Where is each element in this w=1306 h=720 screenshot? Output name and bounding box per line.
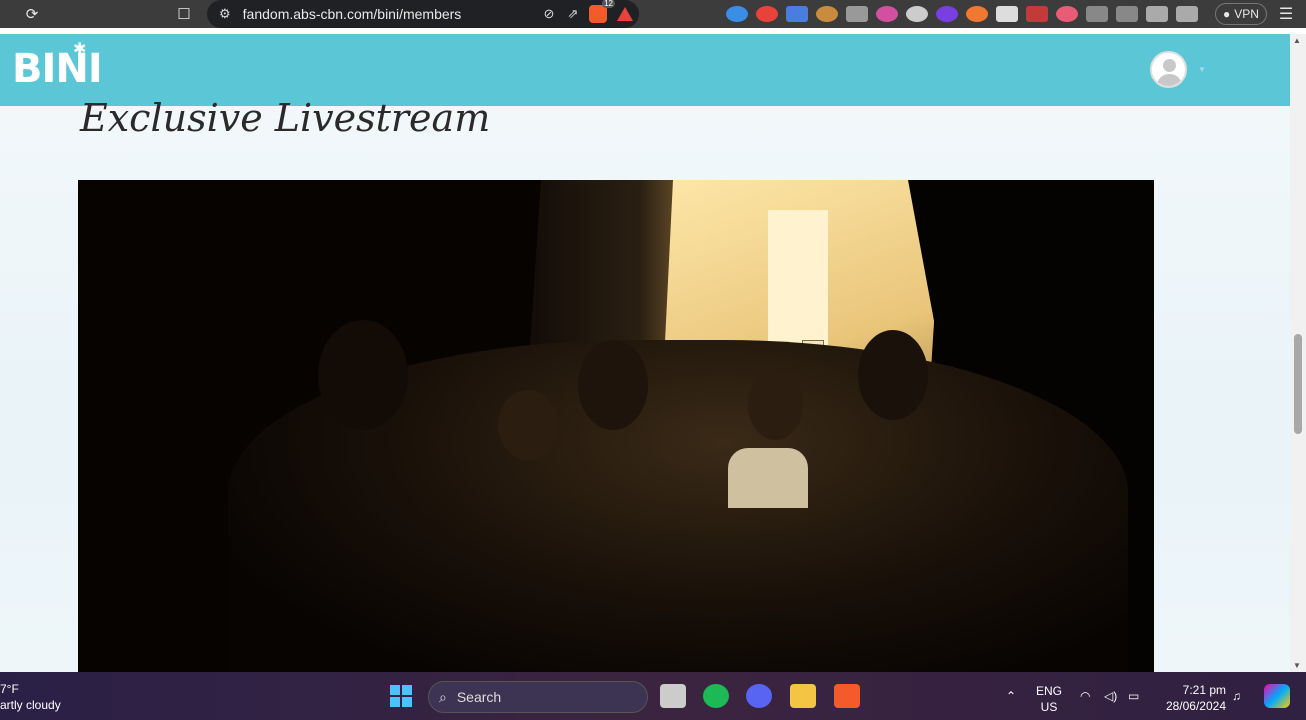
windows-logo-pane bbox=[390, 697, 400, 707]
task-view-icon[interactable] bbox=[660, 684, 686, 708]
extensions-bar bbox=[722, 0, 1202, 28]
extension-icon[interactable] bbox=[756, 6, 778, 22]
livestream-video[interactable] bbox=[78, 180, 1154, 672]
weather-desc: artly cloudy bbox=[0, 698, 61, 712]
language-indicator[interactable]: ENG US bbox=[1036, 683, 1062, 715]
music-icon[interactable] bbox=[1116, 6, 1138, 22]
page-scrollbar[interactable]: ▲ ▼ bbox=[1290, 34, 1306, 672]
discord-icon[interactable] bbox=[746, 684, 772, 708]
avatar-head bbox=[1163, 59, 1176, 72]
wifi-icon[interactable]: ◠ bbox=[1080, 672, 1090, 720]
wallet-icon[interactable] bbox=[1176, 6, 1198, 22]
cookie-icon[interactable] bbox=[816, 6, 838, 22]
star-icon: ✱ bbox=[73, 41, 87, 58]
bini-logo[interactable]: BINI bbox=[12, 46, 103, 92]
language-top: ENG bbox=[1036, 684, 1063, 698]
clock-time: 7:21 pm bbox=[1182, 683, 1226, 697]
windows-logo-pane bbox=[390, 685, 400, 695]
browser-toolbar: ⟳ ☐ ⚙ fandom.abs-cbn.com/bini/members ⊘ … bbox=[0, 0, 1306, 28]
scroll-thumb[interactable] bbox=[1294, 334, 1302, 434]
weather-widget[interactable]: 7°F artly cloudy bbox=[0, 681, 61, 713]
notification-bell-icon[interactable]: ♫ bbox=[1232, 672, 1241, 720]
vpn-icon: ● bbox=[1223, 7, 1231, 21]
video-person bbox=[498, 390, 558, 460]
language-bottom: US bbox=[1040, 700, 1058, 714]
scroll-up-icon[interactable]: ▲ bbox=[1293, 36, 1301, 45]
extension-icon[interactable] bbox=[876, 6, 898, 22]
section-title: Exclusive Livestream bbox=[80, 96, 491, 140]
sidebar-icon[interactable] bbox=[1146, 6, 1168, 22]
vpn-label: VPN bbox=[1234, 7, 1259, 21]
brave-shields-icon[interactable]: 12 bbox=[589, 0, 615, 23]
extension-icon[interactable] bbox=[906, 6, 928, 22]
chevron-down-icon[interactable]: ▼ bbox=[1198, 65, 1206, 74]
menu-icon[interactable]: ☰ bbox=[1274, 0, 1298, 28]
address-bar[interactable]: ⚙ fandom.abs-cbn.com/bini/members ⊘ ⇗ 12 bbox=[207, 0, 639, 28]
extension-icon[interactable] bbox=[1056, 6, 1078, 22]
reader-mode-icon[interactable]: ⊘ bbox=[537, 6, 561, 22]
search-label: Search bbox=[456, 689, 502, 705]
start-button[interactable] bbox=[390, 685, 412, 707]
windows-logo-pane bbox=[402, 685, 412, 695]
extension-icon[interactable] bbox=[1026, 6, 1048, 22]
taskbar-search[interactable]: ⌕ Search bbox=[428, 681, 648, 713]
brave-browser-icon[interactable] bbox=[834, 684, 860, 708]
windows-taskbar: 7°F artly cloudy ⌕ Search ⌃ ENG US ◠ ◁) … bbox=[0, 672, 1306, 720]
copilot-icon[interactable] bbox=[1264, 684, 1290, 708]
extension-icon[interactable] bbox=[936, 6, 958, 22]
translate-icon[interactable] bbox=[786, 6, 808, 22]
play-icon[interactable] bbox=[996, 6, 1018, 22]
scroll-down-icon[interactable]: ▼ bbox=[1293, 661, 1301, 670]
battery-icon[interactable]: ▭ bbox=[1128, 672, 1139, 720]
vpn-button[interactable]: ● VPN bbox=[1215, 3, 1267, 25]
extension-icon[interactable] bbox=[846, 6, 868, 22]
shields-count: 12 bbox=[602, 0, 615, 8]
file-explorer-icon[interactable] bbox=[790, 684, 816, 708]
video-person bbox=[858, 330, 928, 420]
video-person bbox=[748, 370, 803, 440]
user-avatar[interactable] bbox=[1150, 51, 1187, 88]
extension-icon[interactable] bbox=[966, 6, 988, 22]
spotify-icon[interactable] bbox=[703, 684, 729, 708]
share-icon[interactable]: ⇗ bbox=[561, 6, 585, 22]
page-viewport: BINI ✱ ▼ Exclusive Livestream bbox=[0, 34, 1290, 672]
weather-temp: 7°F bbox=[0, 682, 19, 696]
windows-logo-pane bbox=[402, 697, 412, 707]
bookmark-icon[interactable]: ☐ bbox=[170, 0, 198, 28]
clock-date: 28/06/2024 bbox=[1165, 699, 1226, 713]
search-icon: ⌕ bbox=[439, 688, 447, 705]
avatar-body bbox=[1157, 74, 1182, 86]
brave-rewards-icon[interactable] bbox=[617, 7, 633, 21]
video-shirt bbox=[728, 448, 808, 508]
tray-chevron-icon[interactable]: ⌃ bbox=[1006, 672, 1016, 720]
video-person bbox=[578, 340, 648, 430]
video-person bbox=[318, 320, 408, 430]
puzzle-icon[interactable] bbox=[1086, 6, 1108, 22]
volume-icon[interactable]: ◁) bbox=[1104, 672, 1117, 720]
extension-icon[interactable] bbox=[726, 6, 748, 22]
url-text[interactable]: fandom.abs-cbn.com/bini/members bbox=[243, 6, 537, 22]
site-settings-icon[interactable]: ⚙ bbox=[219, 6, 231, 22]
clock[interactable]: 7:21 pm 28/06/2024 bbox=[1160, 682, 1226, 714]
reload-icon[interactable]: ⟳ bbox=[18, 0, 46, 28]
